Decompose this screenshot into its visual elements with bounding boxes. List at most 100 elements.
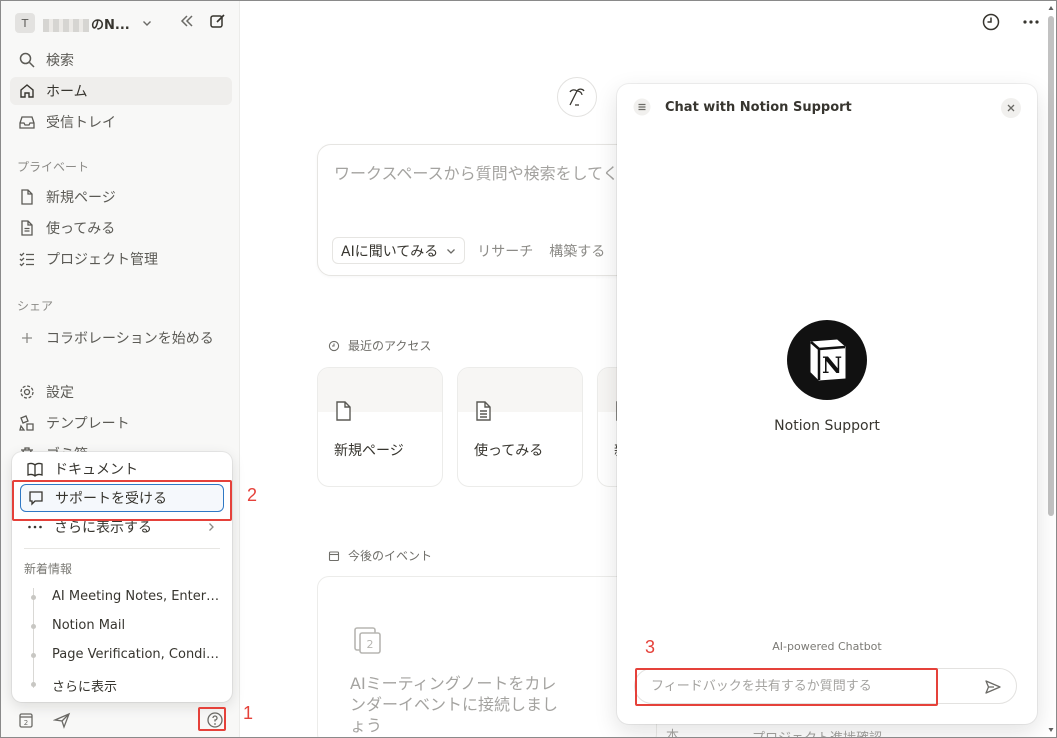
annotation-number-3: 3	[645, 637, 656, 657]
ai-option-research[interactable]: リサーチ	[473, 241, 537, 261]
sidebar-item-label: テンプレート	[46, 416, 130, 432]
news-dot	[31, 595, 36, 600]
sidebar-item-project-management[interactable]: プロジェクト管理	[10, 245, 232, 273]
recent-section-title: 最近のアクセス	[348, 339, 432, 353]
events-section-header: 今後のイベント	[328, 547, 432, 564]
search-icon	[18, 51, 36, 69]
doc-icon	[472, 400, 494, 422]
sidebar-item-label: ホーム	[46, 84, 88, 100]
ai-mode-select[interactable]: AIに聞いてみる	[332, 237, 466, 264]
workspace-name: のN...	[91, 17, 130, 33]
calendar-icon[interactable]: 2	[17, 711, 35, 729]
menu-icon[interactable]	[633, 98, 651, 116]
sidebar-item-label: 受信トレイ	[46, 115, 116, 131]
news-timeline	[33, 588, 34, 688]
sidebar-item-templates[interactable]: テンプレート	[10, 409, 232, 437]
send-icon[interactable]	[984, 678, 1002, 696]
menu-item-show-more[interactable]: さらに表示する	[20, 513, 224, 541]
plus-icon	[18, 329, 36, 347]
blurred-workspace-name	[43, 18, 89, 32]
history-clock-icon[interactable]	[981, 12, 1001, 32]
sidebar-item-label: 検索	[46, 53, 74, 69]
events-connect-prompt: AIミーティングノートをカレンダーイベントに接続しましょう	[350, 674, 559, 735]
menu-item-get-support[interactable]: サポートを受ける	[20, 484, 224, 512]
sidebar-item-getting-started[interactable]: 使ってみる	[10, 214, 232, 242]
recent-card[interactable]: 使ってみる	[457, 367, 583, 487]
sidebar-item-label: 設定	[46, 385, 74, 401]
event-footer-item: プロジェクト進捗確認	[752, 727, 882, 738]
svg-text:N: N	[822, 353, 842, 379]
news-dot	[31, 624, 36, 629]
sidebar-item-label: 新規ページ	[46, 190, 116, 206]
recent-card-title: 新規ページ	[334, 443, 404, 459]
recent-section-header: 最近のアクセス	[328, 337, 431, 354]
menu-item-label: さらに表示する	[54, 520, 152, 536]
gear-icon	[18, 383, 36, 401]
checklist-icon	[18, 250, 36, 268]
workspace-switcher[interactable]: T のN...	[15, 12, 152, 34]
news-dot	[31, 653, 36, 658]
calendar-icon	[328, 550, 340, 562]
menu-item-documentation[interactable]: ドキュメント	[20, 455, 224, 483]
ai-input-placeholder[interactable]: ワークスペースから質問や検索をしてく	[334, 160, 619, 184]
recent-card[interactable]: 新規ページ	[317, 367, 443, 487]
notion-logo-icon: N	[810, 339, 846, 381]
events-section-title: 今後のイベント	[348, 549, 433, 563]
close-icon	[1007, 104, 1015, 112]
news-item[interactable]: AI Meeting Notes, Enterp...	[52, 589, 222, 604]
bot-name: Notion Support	[774, 418, 880, 434]
ai-option-build[interactable]: 構築する	[545, 241, 609, 261]
notion-logo: N	[787, 320, 867, 400]
template-icon	[18, 414, 36, 432]
collapse-sidebar-icon[interactable]	[179, 12, 195, 30]
share-section-title: シェア	[17, 299, 54, 313]
workspace-avatar: T	[15, 13, 35, 33]
chat-bubble-icon	[27, 489, 45, 507]
chevron-down-icon	[142, 18, 152, 28]
greeting-avatar	[557, 77, 597, 117]
events-card: 2 AIミーティングノートをカレンダーイベントに接続しましょう 本	[317, 576, 679, 738]
page-icon	[332, 400, 354, 422]
page-scrollbar[interactable]	[1047, 2, 1055, 736]
help-menu-popup: ドキュメント サポートを受ける さらに表示する 新着情報 AI Meeting …	[12, 452, 232, 702]
inbox-icon	[18, 113, 36, 131]
menu-divider	[24, 548, 220, 549]
send-mail-icon[interactable]	[53, 711, 71, 729]
chevron-down-icon	[446, 246, 456, 256]
ai-mode-label: AIに聞いてみる	[341, 243, 439, 260]
doc-icon	[18, 219, 36, 237]
sidebar-item-settings[interactable]: 設定	[10, 378, 232, 406]
annotation-number-1: 1	[243, 703, 254, 723]
news-item[interactable]: Page Verification, Conditi...	[52, 647, 222, 662]
sidebar-item-inbox[interactable]: 受信トレイ	[10, 108, 232, 136]
powered-by-label: AI-powered Chatbot	[772, 640, 882, 653]
help-icon[interactable]	[206, 711, 224, 729]
home-icon	[18, 82, 36, 100]
clock-icon	[328, 340, 340, 352]
more-icon	[26, 518, 44, 536]
news-section-title: 新着情報	[24, 562, 73, 576]
chat-title: Chat with Notion Support	[665, 99, 852, 115]
sidebar-item-new-page[interactable]: 新規ページ	[10, 183, 232, 211]
news-item[interactable]: Notion Mail	[52, 618, 222, 633]
more-options-icon[interactable]	[1021, 12, 1041, 32]
palm-tree-icon	[565, 85, 589, 109]
ai-ask-box[interactable]: ワークスペースから質問や検索をしてく AIに聞いてみる リサーチ 構築する	[317, 144, 657, 276]
private-section-title: プライベート	[17, 160, 90, 174]
news-show-more-link[interactable]: さらに表示	[52, 676, 222, 695]
sidebar-item-home[interactable]: ホーム	[10, 77, 232, 105]
sidebar-item-label: コラボレーションを始める	[46, 331, 214, 347]
chat-message-input[interactable]	[635, 678, 965, 694]
news-dot	[31, 682, 36, 687]
close-chat-button[interactable]	[1001, 98, 1021, 118]
svg-text:2: 2	[367, 638, 374, 651]
sidebar-item-label: プロジェクト管理	[46, 252, 158, 268]
sidebar-item-start-collaboration[interactable]: コラボレーションを始める	[10, 324, 232, 352]
menu-item-label: サポートを受ける	[55, 491, 167, 507]
page-icon	[18, 188, 36, 206]
new-page-icon[interactable]	[209, 12, 227, 30]
book-icon	[26, 460, 44, 478]
event-footer-item: 本	[666, 729, 680, 738]
annotation-number-2: 2	[247, 485, 258, 505]
sidebar-item-search[interactable]: 検索	[10, 46, 232, 74]
